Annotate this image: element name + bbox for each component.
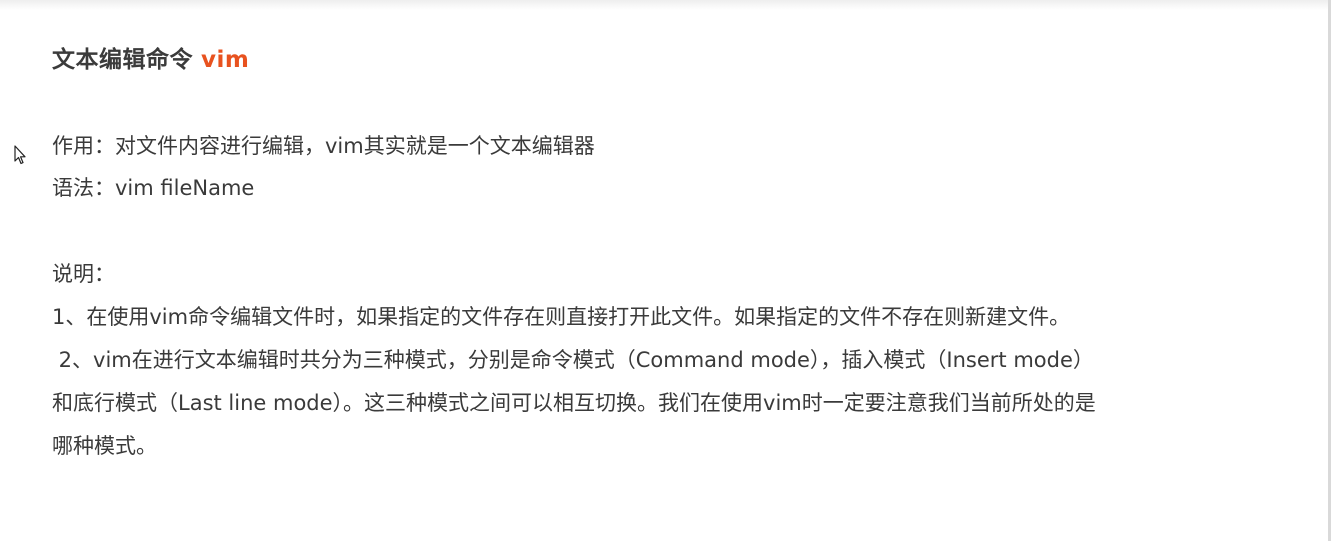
page-title: 文本编辑命令 vim	[52, 40, 249, 74]
mouse-pointer-icon	[14, 145, 26, 165]
note-item-2-line-3: 哪种模式。	[52, 434, 157, 458]
note-item-2-line-1: 2、vim在进行文本编辑时共分为三种模式，分别是命令模式（Command mod…	[52, 348, 1094, 372]
top-shadow	[0, 0, 1331, 10]
note-label: 说明：	[52, 262, 115, 286]
note-item-1: 1、在使用vim命令编辑文件时，如果指定的文件存在则直接打开此文件。如果指定的文…	[52, 305, 1071, 329]
title-text: 文本编辑命令	[52, 47, 193, 73]
syntax-line: 语法：vim fileName	[52, 176, 255, 200]
title-keyword: vim	[201, 47, 250, 73]
purpose-line: 作用：对文件内容进行编辑，vim其实就是一个文本编辑器	[52, 134, 595, 158]
note-item-2-line-2: 和底行模式（Last line mode）。这三种模式之间可以相互切换。我们在使…	[52, 391, 1096, 415]
